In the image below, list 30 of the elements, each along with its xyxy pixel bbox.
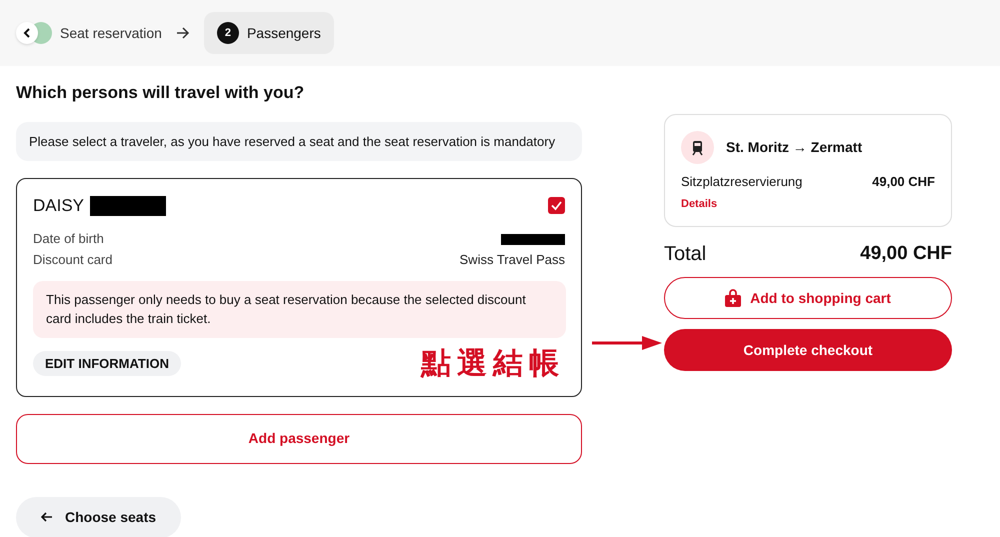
route-title: St. Moritz → Zermatt	[726, 138, 862, 157]
passenger-name: DAISY	[33, 195, 84, 217]
checkout-button[interactable]: Complete checkout	[664, 329, 952, 371]
annotation-text: 點選結帳	[421, 346, 565, 382]
edit-information-button[interactable]: EDIT INFORMATION	[33, 351, 181, 376]
choose-seats-button[interactable]: Choose seats	[16, 496, 182, 537]
item-price: 49,00 CHF	[872, 173, 935, 191]
detail-value: Swiss Travel Pass	[460, 251, 565, 270]
annotation-arrow	[592, 336, 662, 350]
notice-text: Please select a traveler, as you have reserved a seat and the seat reservation is mandatory	[16, 122, 582, 161]
add-passenger-button[interactable]: Add passenger	[16, 414, 582, 464]
total-label: Total	[664, 242, 706, 267]
page-heading: Which persons will travel with you?	[16, 82, 306, 104]
item-label: Sitzplatzreservierung	[681, 173, 802, 191]
info-message: This passenger only needs to buy a seat reservation because the selected discount card includes the train ticket.	[33, 280, 566, 338]
shopping-bag-icon	[725, 289, 742, 307]
step-tab[interactable]: 2 Passengers	[204, 12, 334, 54]
back-check-icon[interactable]	[16, 22, 52, 44]
detail-label: Discount card	[33, 251, 112, 270]
arrow-icon	[176, 27, 190, 39]
total-amount: 49,00 CHF	[860, 242, 952, 266]
train-icon	[681, 131, 714, 164]
detail-label: Date of birth	[33, 230, 104, 248]
details-link[interactable]: Details	[681, 196, 718, 212]
add-to-cart-button[interactable]: Add to shopping cart	[664, 277, 952, 319]
arrow-left-icon	[41, 512, 53, 522]
step-number: 2	[216, 22, 239, 44]
passenger-checkbox[interactable]	[548, 197, 565, 214]
step-tab[interactable]: Seat reservation	[16, 12, 162, 54]
passenger-card[interactable]: DAISY Date of birth Discount card Swiss Travel Pass This passenger only needs to buy a seat reservation because the selected discount card includes the train ticket. EDIT INFORMATION 點選結帳	[16, 178, 582, 396]
